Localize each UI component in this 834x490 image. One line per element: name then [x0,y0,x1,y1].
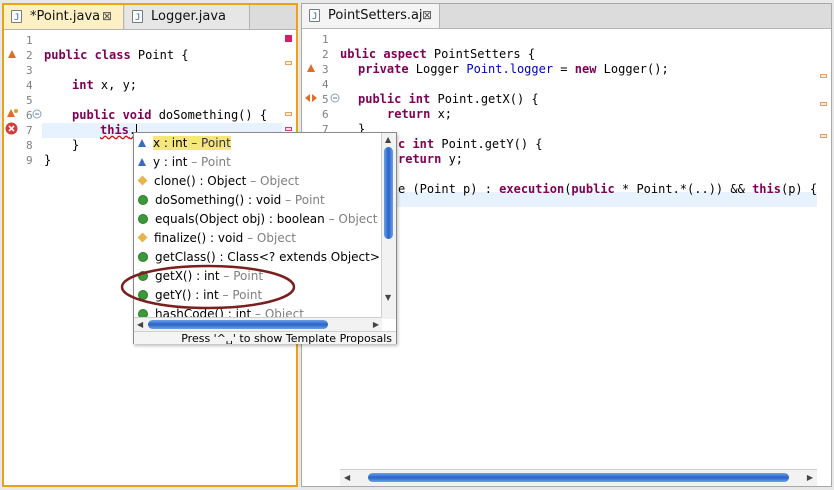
vertical-scrollbar[interactable]: ▲ ▼ [381,133,396,319]
proposal-item[interactable]: equals(Object obj) : boolean – Object [138,210,377,229]
close-tab-icon[interactable]: ⊠ [102,5,112,28]
fold-collapse-icon[interactable] [330,93,340,103]
field-icon [138,138,146,147]
code-line-9: return y; [398,152,464,166]
public-method-icon [138,270,148,281]
right-tab-bar: PointSetters.aj ⊠ [302,4,831,29]
left-tab-bar: *Point.java ⊠ Logger.java [4,5,296,30]
ruler-marker[interactable] [820,102,827,106]
line-number: 3 [26,64,33,77]
template-proposals-hint: Press '^␣' to show Template Proposals [134,331,396,344]
tab-point-java-label: *Point.java [30,9,101,24]
protected-method-icon [137,232,148,243]
horizontal-scrollbar[interactable]: ◀ ▶ [134,317,382,332]
proposal-item[interactable]: hashCode() : int – Object [138,305,304,317]
line-number: 4 [26,79,33,92]
public-method-icon [138,251,148,262]
vertical-scroll-thumb[interactable] [384,147,393,239]
code-line-4: int x, y; [72,78,138,92]
scroll-left-arrow[interactable]: ◀ [344,473,350,482]
ruler-marker[interactable] [285,112,292,116]
line-number: 6 [26,109,33,122]
field-icon [138,157,146,166]
code-area[interactable]: ublic aspect PointSetters { private Logg… [340,29,817,470]
horizontal-scroll-thumb[interactable] [148,320,328,329]
close-tab-icon[interactable]: ⊠ [422,4,432,27]
code-line-8: } [72,138,80,152]
proposal-item[interactable]: getY() : int – Point [138,286,262,305]
proposal-item[interactable]: doSomething() : void – Point [138,191,325,210]
tab-point-java[interactable]: *Point.java ⊠ [4,5,124,30]
line-number: 1 [322,33,329,46]
aspect-file-icon [309,6,320,29]
ruler-marker[interactable] [820,74,827,78]
line-number: 7 [26,124,33,137]
code-line-7: this. [100,123,138,137]
tab-point-setters-label: PointSetters.aj [328,8,423,23]
line-number: 9 [26,154,33,167]
advice-marker-icon [7,109,18,117]
line-number: 5 [322,93,329,106]
overview-ruler[interactable] [817,29,831,470]
public-method-icon [138,289,148,300]
line-number: 5 [26,94,33,107]
proposal-item[interactable]: finalize() : void – Object [137,229,296,248]
ruler-marker[interactable] [820,134,827,138]
protected-method-icon [137,175,148,186]
line-number: 2 [26,49,33,62]
line-number: 1 [26,34,33,47]
error-icon [5,122,18,135]
code-line-2: ublic aspect PointSetters { [340,47,536,61]
line-gutter: 1 2 3 4 5 6 7 8 9 [4,30,42,485]
proposal-item[interactable]: getClass() : Class<? extends Object> – [138,248,382,267]
ruler-marker[interactable] [285,61,292,65]
ruler-marker[interactable] [285,127,292,131]
tab-logger-java[interactable]: Logger.java [125,5,250,30]
tab-point-setters-aj[interactable]: PointSetters.aj ⊠ [302,4,440,29]
public-method-icon [138,308,148,317]
scroll-down-arrow[interactable]: ▼ [385,293,391,302]
code-line-5: public int Point.getX() { [358,92,539,106]
proposal-item[interactable]: x : int – Point [138,134,231,153]
line-number: 6 [322,108,329,121]
code-line-8: c int Point.getY() { [398,137,543,151]
fold-collapse-icon[interactable] [32,109,42,119]
code-line-2: public class Point { [44,48,189,62]
scroll-left-arrow[interactable]: ◀ [137,320,143,329]
advice-marker-icon [305,94,317,102]
proposal-list[interactable]: x : int – Point y : int – Point clone() … [134,133,382,317]
proposal-item[interactable]: getX() : int – Point [138,267,263,286]
proposal-item[interactable]: y : int – Point [138,153,231,172]
line-number: 8 [26,139,33,152]
scroll-right-arrow[interactable]: ▶ [373,320,379,329]
error-status-icon [285,35,292,42]
java-file-icon [11,7,22,30]
scroll-up-arrow[interactable]: ▲ [385,135,391,144]
code-line-6: return x; [387,107,453,121]
code-line-9: } [44,153,52,167]
proposal-item[interactable]: clone() : Object – Object [137,172,299,191]
line-number: 3 [322,63,329,76]
horizontal-scroll-thumb[interactable] [368,473,789,482]
public-method-icon [138,213,148,224]
java-file-icon [132,7,143,30]
code-line-11: e (Point p) : execution(public * Point.*… [398,182,818,196]
public-method-icon [138,194,148,205]
advice-marker-icon [307,64,315,72]
tab-logger-java-label: Logger.java [151,9,226,24]
code-line-6: public void doSomething() { [72,108,268,122]
content-assist-popup[interactable]: x : int – Point y : int – Point clone() … [133,132,397,344]
scroll-right-arrow[interactable]: ▶ [807,473,813,482]
line-number: 2 [322,48,329,61]
override-marker-icon [8,50,16,58]
line-number: 4 [322,78,329,91]
horizontal-scrollbar[interactable]: ◀ ▶ [340,469,817,486]
code-line-3: private Logger Point.logger = new Logger… [358,62,669,76]
